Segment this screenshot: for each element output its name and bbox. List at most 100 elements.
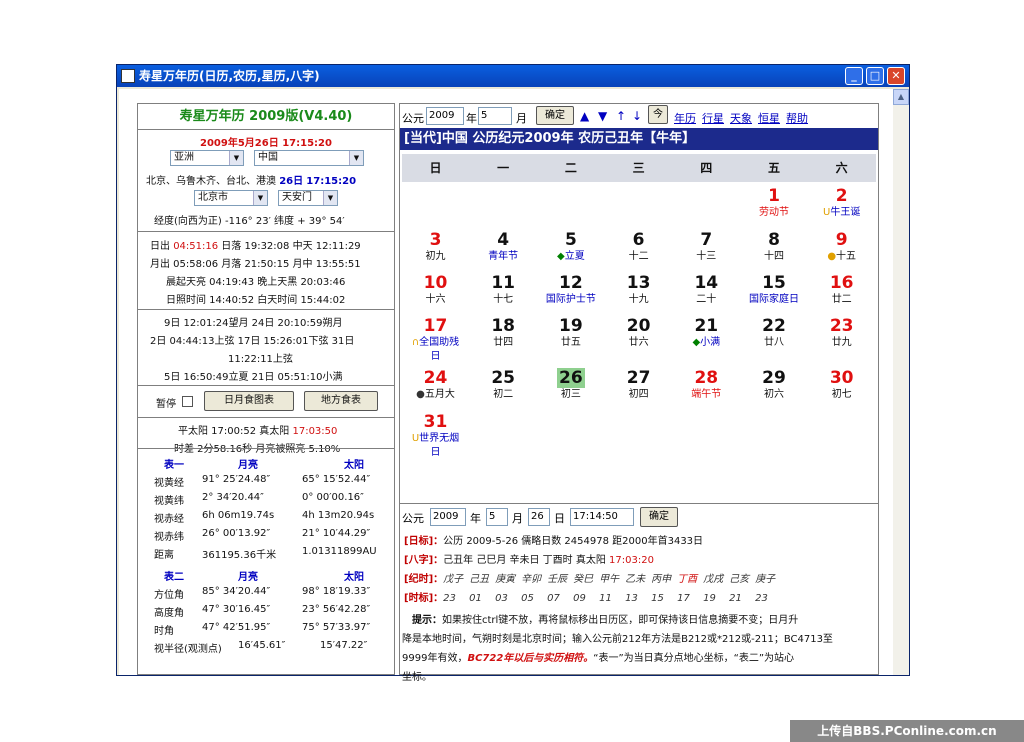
day-cell[interactable]: 27 初四 (605, 368, 672, 412)
lunar-label-text: 初二 (493, 389, 514, 400)
chevron-down-icon[interactable]: ▼ (229, 151, 243, 165)
lunar-label-text: 初七 (831, 389, 852, 400)
day-cell[interactable]: 2 U牛王诞 (808, 186, 875, 230)
day-number-text: 8 (768, 230, 780, 250)
day-number: 11 (470, 273, 537, 293)
day-cell[interactable]: 7 十三 (673, 230, 740, 274)
table-cell: 65° 15′52.44″ (302, 474, 371, 485)
lunar-label-text: 初六 (764, 389, 784, 400)
day-cell[interactable]: 26 初三 (537, 368, 604, 412)
day-number: 12 (537, 273, 604, 293)
minimize-button[interactable]: _ (845, 67, 863, 85)
day-number: 4 (470, 230, 537, 250)
day-cell[interactable]: 10 十六 (402, 273, 469, 317)
day-cell[interactable]: 16 廿二 (808, 273, 875, 317)
chevron-down-icon[interactable]: ▼ (349, 151, 363, 165)
bottom-day-input[interactable]: 26 (528, 508, 550, 526)
chevron-down-icon[interactable]: ▼ (253, 191, 267, 205)
year-label: 年 (470, 512, 481, 525)
current-datetime: 2009年5月26日 17:15:20 (200, 138, 332, 149)
ganzhi-hour: 己丑 (469, 574, 490, 585)
table-cell: 21° 10′44.29″ (302, 528, 371, 539)
lunar-label-text: 十四 (764, 251, 784, 262)
hour-mark: 23 (443, 593, 456, 604)
maximize-button[interactable]: □ (866, 67, 884, 85)
day-cell[interactable]: 5 ◆立夏 (537, 230, 604, 274)
day-cell[interactable]: 29 初六 (741, 368, 808, 412)
scroll-up-icon[interactable]: ▲ (893, 89, 909, 105)
title-bar[interactable]: 寿星万年历(日历,农历,星历,八字) _ □ ✕ (117, 65, 909, 87)
chevron-down-icon[interactable]: ▼ (323, 191, 337, 205)
ganzhi-hour: 丁酉 (677, 574, 698, 585)
table-header: 月亮 (238, 460, 258, 471)
day-cell[interactable]: 19 廿五 (537, 316, 604, 360)
day-number-text: 18 (491, 316, 516, 336)
lunar-label-text: 立夏 (564, 251, 585, 262)
phase-line: 2日 04:44:13上弦 17日 15:26:01下弦 31日 (150, 336, 355, 347)
table-header: 表一 (164, 460, 184, 471)
time-input[interactable]: 17:14:50 (570, 508, 634, 526)
table-cell: 2° 34′20.44″ (202, 492, 264, 503)
app-window: 寿星万年历(日历,农历,星历,八字) _ □ ✕ 寿星万年历 2009版(V4.… (116, 64, 910, 683)
table-cell: 视半径(观测点) (154, 644, 222, 655)
local-eclipse-button[interactable]: 地方食表 (304, 391, 378, 411)
bottom-month-input[interactable]: 5 (486, 508, 508, 526)
lunar-label: ◆小满 (673, 336, 740, 350)
day-cell[interactable]: 25 初二 (470, 368, 537, 412)
day-cell[interactable]: 3 初九 (402, 230, 469, 274)
bottom-year-input[interactable]: 2009 (430, 508, 466, 526)
day-cell[interactable]: 28 端午节 (673, 368, 740, 412)
day-cell[interactable]: 24 ●五月大 (402, 368, 469, 412)
day-cell[interactable]: 11 十七 (470, 273, 537, 317)
day-number: 13 (605, 273, 672, 293)
day-cell[interactable]: 1 劳动节 (741, 186, 808, 230)
sun-moon-times: 日出 04:51:16 日落 19:32:08 中天 12:11:29 月出 0… (138, 232, 394, 310)
lunar-label-text: 廿二 (831, 294, 852, 305)
day-number-text: 7 (700, 230, 713, 250)
spot-select[interactable]: 天安门 ▼ (278, 190, 338, 206)
lunar-label-text: 廿四 (493, 337, 514, 348)
day-cell[interactable]: 18 廿四 (470, 316, 537, 360)
lunar-label: ◆立夏 (537, 250, 604, 264)
vertical-scrollbar[interactable]: ▲ (893, 89, 909, 675)
city-select[interactable]: 北京市 ▼ (194, 190, 268, 206)
day-cell[interactable]: 17 ∩全国助残日 (402, 316, 469, 362)
lunar-label: 十四 (741, 250, 808, 264)
day-number: 3 (402, 230, 469, 250)
app-icon[interactable] (121, 69, 135, 83)
day-number: 31 (402, 412, 469, 432)
lunar-label: 初三 (537, 388, 604, 402)
jishi-line: [纪时]：戊子 己丑 庚寅 辛卯 壬辰 癸巳 甲午 乙未 丙申 丁酉 戊戌 己亥 庚子 (404, 570, 781, 585)
day-cell[interactable]: 8 十四 (741, 230, 808, 274)
day-cell[interactable]: 4 青年节 (470, 230, 537, 274)
bottom-confirm-button[interactable]: 确定 (640, 507, 678, 527)
day-cell[interactable]: 30 初七 (808, 368, 875, 412)
day-cell[interactable]: 31 U世界无烟日 (402, 412, 469, 458)
country-select[interactable]: 中国 ▼ (254, 150, 364, 166)
day-cell[interactable]: 23 廿九 (808, 316, 875, 360)
day-cell[interactable]: 22 廿八 (741, 316, 808, 360)
day-cell[interactable]: 20 廿六 (605, 316, 672, 360)
eclipse-chart-button[interactable]: 日月食图表 (204, 391, 294, 411)
day-cell[interactable]: 14 二十 (673, 273, 740, 317)
lunar-label: 十九 (605, 293, 672, 307)
marker-icon: ● (827, 251, 837, 262)
close-button[interactable]: ✕ (887, 67, 905, 85)
day-cell[interactable]: 9 ●十五 (808, 230, 875, 274)
solar-term-line: 5日 16:50:49立夏 21日 05:51:10小满 (164, 372, 343, 383)
region-select[interactable]: 亚洲 ▼ (170, 150, 244, 166)
table-cell: 47° 42′51.95″ (202, 622, 271, 633)
day-cell[interactable]: 13 十九 (605, 273, 672, 317)
lunar-label: U牛王诞 (808, 206, 875, 220)
day-number-text: 22 (762, 316, 786, 336)
app-title: 寿星万年历 2009版(V4.40) (138, 104, 394, 130)
mean-sun-line: 平太阳 17:00:52 真太阳 17:03:50 (178, 426, 338, 437)
ganzhi-hour: 戊戌 (703, 574, 724, 585)
day-cell[interactable]: 15 国际家庭日 (741, 273, 808, 317)
day-number: 30 (808, 368, 875, 388)
day-cell[interactable]: 12 国际护士节 (537, 273, 604, 317)
day-cell[interactable]: 21 ◆小满 (673, 316, 740, 360)
daylight-line: 日照时间 14:40:52 白天时间 15:44:02 (166, 295, 346, 306)
pause-checkbox[interactable] (182, 396, 193, 407)
day-cell[interactable]: 6 十二 (605, 230, 672, 274)
